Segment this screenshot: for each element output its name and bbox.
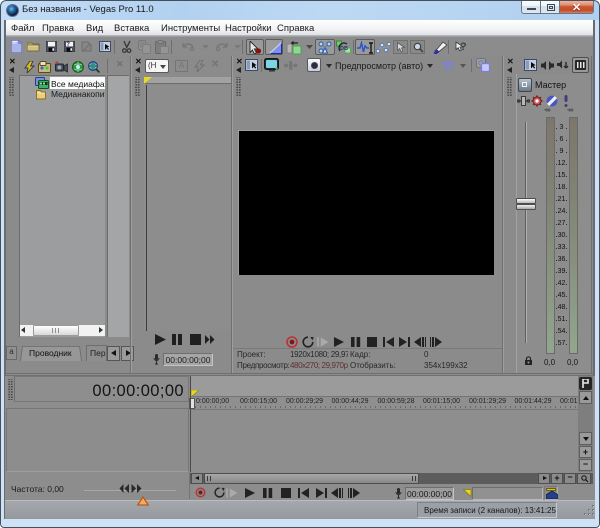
svg-text:?: ?: [66, 42, 70, 48]
svg-text:DB: DB: [340, 46, 348, 52]
